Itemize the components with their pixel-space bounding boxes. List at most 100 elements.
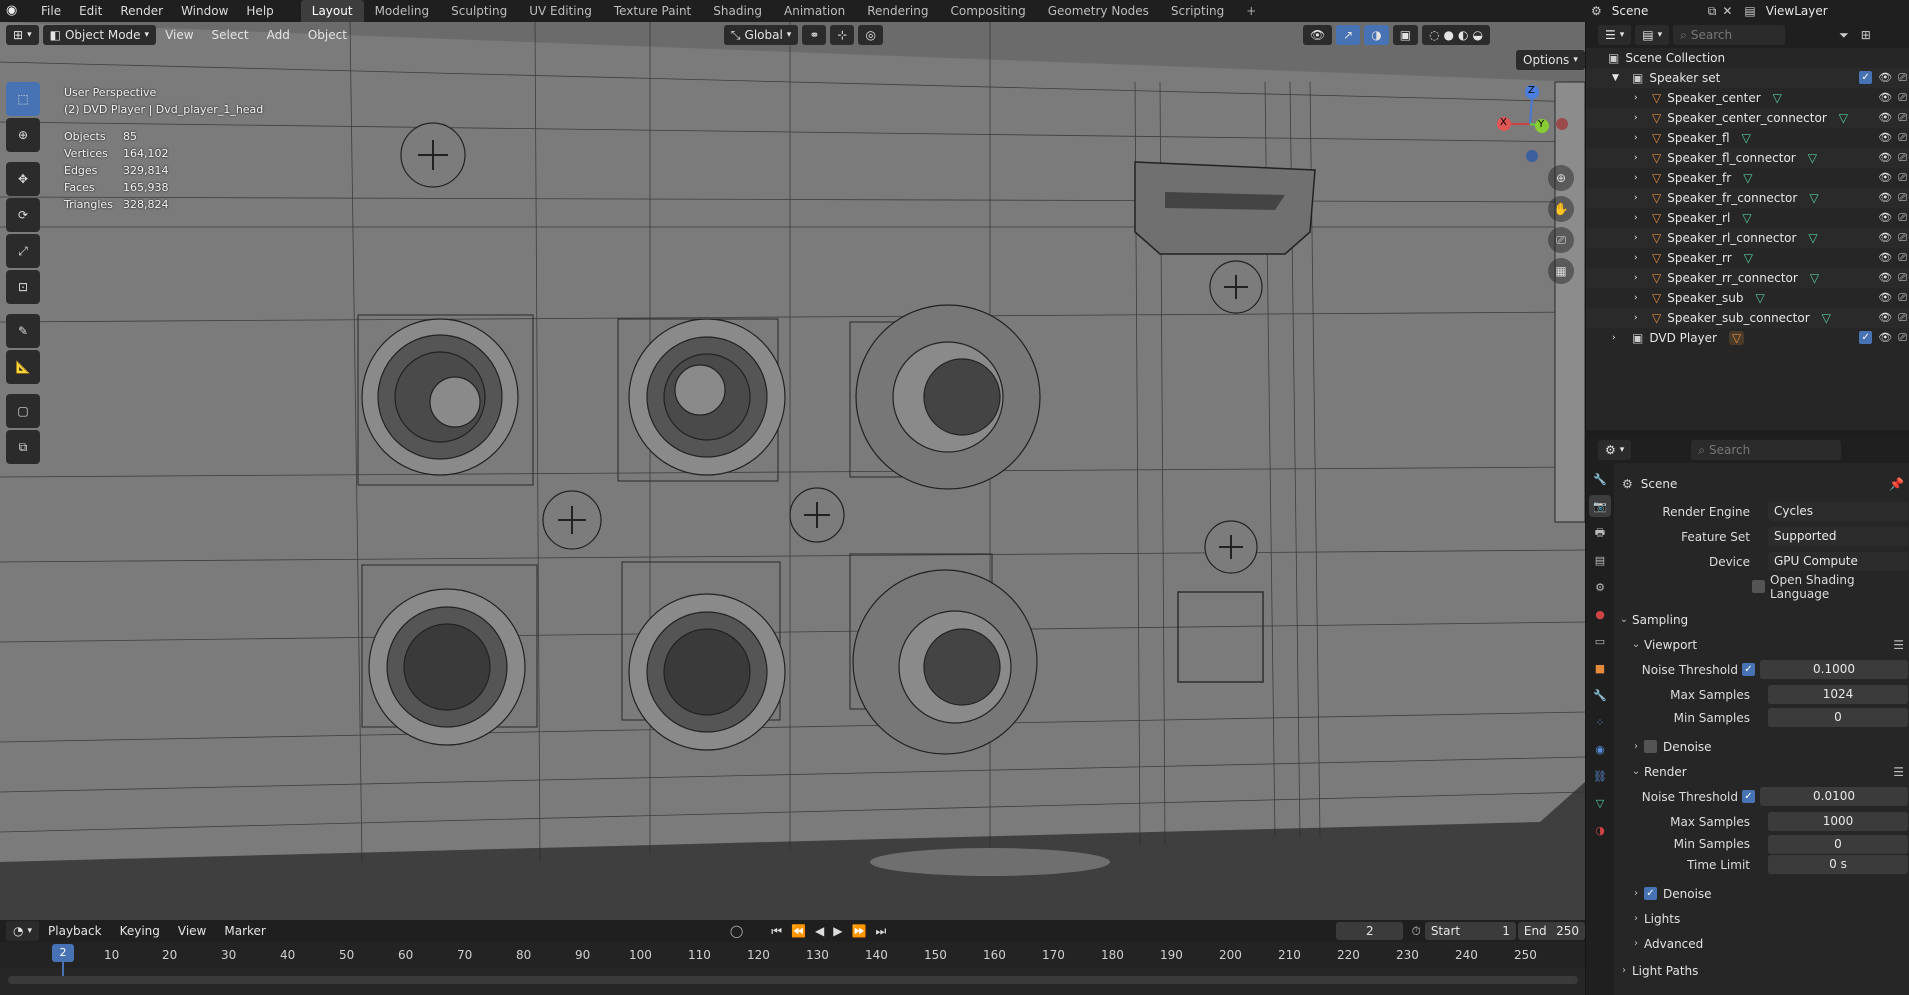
transform-tool[interactable]: ⊡ (6, 270, 40, 304)
expand-chevron-icon[interactable]: › (1634, 113, 1646, 123)
tab-shading[interactable]: Shading (702, 0, 773, 22)
scale-tool[interactable]: ⤢ (6, 234, 40, 268)
new-collection-icon[interactable]: ⊞ (1861, 28, 1871, 42)
eye-icon[interactable]: 👁 (1878, 191, 1892, 205)
lights-subpanel-header[interactable]: › Lights (1616, 906, 1909, 931)
device-dropdown[interactable]: GPU Compute (1768, 552, 1908, 571)
camera-icon[interactable]: ⎚ (1898, 131, 1907, 145)
particles-tab-icon[interactable]: ⁘ (1589, 711, 1611, 733)
camera-icon[interactable]: ⎚ (1898, 91, 1907, 105)
render-engine-dropdown[interactable]: Cycles (1768, 502, 1908, 521)
frame-ruler[interactable]: 10 20 30 40 50 60 70 80 90 100 110 120 1… (0, 942, 1585, 968)
outliner-item-speaker-center[interactable]: › ▽ Speaker_center ▽ 👁 ⎚ (1586, 88, 1909, 108)
eye-icon[interactable]: 👁 (1878, 231, 1892, 245)
view-layer-field[interactable]: ViewLayer (1760, 2, 1834, 20)
eye-icon[interactable]: 👁 (1878, 171, 1892, 185)
render-tab-icon[interactable]: 📷 (1589, 495, 1611, 517)
eye-icon[interactable]: 👁 (1878, 91, 1892, 105)
expand-chevron-icon[interactable]: › (1634, 93, 1646, 103)
scene-icon[interactable]: ⚙ (1591, 4, 1602, 18)
data-tab-icon[interactable]: ▽ (1589, 792, 1611, 814)
r-denoise-subpanel-header[interactable]: › ✓ Denoise (1616, 881, 1909, 906)
material-tab-icon[interactable]: ◑ (1589, 819, 1611, 841)
outliner-item-speaker-sub[interactable]: › ▽ Speaker_sub ▽ 👁 ⎚ (1586, 288, 1909, 308)
camera-icon[interactable]: ⎚ (1898, 71, 1907, 85)
timeline-editor-type-button[interactable]: ◔ ▾ (6, 921, 40, 941)
tab-rendering[interactable]: Rendering (856, 0, 939, 22)
vp-denoise-subpanel-header[interactable]: › Denoise (1616, 734, 1909, 759)
playhead[interactable]: 2 (52, 944, 74, 962)
menu-render[interactable]: Render (111, 4, 172, 18)
expand-chevron-icon[interactable]: › (1634, 293, 1646, 303)
expand-chevron-icon[interactable]: › (1634, 153, 1646, 163)
add-object-tool[interactable]: ⧉ (6, 430, 40, 464)
camera-icon[interactable]: ⎚ (1898, 111, 1907, 125)
transform-orientation-selector[interactable]: ⤡ Global ▾ (723, 25, 799, 45)
expand-chevron-icon[interactable]: › (1634, 233, 1646, 243)
sampling-panel-header[interactable]: ⌄ Sampling (1616, 607, 1909, 632)
timeline-menu-playback[interactable]: Playback (39, 924, 111, 938)
tab-sculpting[interactable]: Sculpting (440, 0, 518, 22)
vp-min-samples-field[interactable]: 0 (1768, 708, 1908, 727)
start-frame-field[interactable]: Start 1 (1424, 922, 1516, 940)
outliner-root[interactable]: ▣ Scene Collection (1586, 48, 1909, 68)
play-reverse-icon[interactable]: ◀ (815, 924, 824, 939)
pan-button[interactable]: ✋ (1548, 196, 1574, 222)
osl-checkbox[interactable] (1752, 580, 1765, 593)
modifier-tab-icon[interactable]: 🔧 (1589, 684, 1611, 706)
camera-icon[interactable]: ⎚ (1898, 151, 1907, 165)
r-denoise-checkbox[interactable]: ✓ (1644, 887, 1657, 900)
camera-view-button[interactable]: ⎚ (1548, 227, 1574, 253)
zoom-button[interactable]: ⊕ (1548, 165, 1574, 191)
add-workspace-button[interactable]: + (1235, 0, 1267, 22)
vp-denoise-checkbox[interactable] (1644, 740, 1657, 753)
view-layer-tab-icon[interactable]: ▤ (1589, 549, 1611, 571)
outliner-item-speaker-fl[interactable]: › ▽ Speaker_fl ▽ 👁 ⎚ (1586, 128, 1909, 148)
xray-toggle-button[interactable]: ▣ (1392, 25, 1419, 45)
tab-layout[interactable]: Layout (300, 0, 364, 22)
vp-noise-threshold-field[interactable]: 0.1000 (1760, 660, 1908, 679)
mode-selector[interactable]: ◧ Object Mode ▾ (42, 25, 157, 45)
tab-uv-editing[interactable]: UV Editing (518, 0, 603, 22)
constraints-tab-icon[interactable]: ⛓ (1589, 765, 1611, 787)
jump-end-icon[interactable]: ⏭ (875, 924, 886, 939)
camera-icon[interactable]: ⎚ (1898, 271, 1907, 285)
render-subpanel-header[interactable]: ⌄ Render ☰ (1616, 759, 1909, 784)
viewport-subpanel-header[interactable]: ⌄ Viewport ☰ (1616, 632, 1909, 657)
properties-editor-type-button[interactable]: ⚙ ▾ (1598, 440, 1632, 460)
snap-button[interactable]: ⊹ (830, 25, 855, 45)
timeline-menu-marker[interactable]: Marker (215, 924, 274, 938)
view-layer-icon[interactable]: ▤ (1744, 4, 1755, 18)
scene-tab-icon[interactable]: ⚙ (1589, 576, 1611, 598)
jump-start-icon[interactable]: ⏮ (771, 924, 782, 939)
eye-icon[interactable]: 👁 (1878, 71, 1892, 85)
vp-max-samples-field[interactable]: 1024 (1768, 685, 1908, 704)
expand-chevron-icon[interactable]: › (1634, 313, 1646, 323)
tab-texture-paint[interactable]: Texture Paint (603, 0, 702, 22)
eye-icon[interactable]: 👁 (1878, 331, 1892, 345)
camera-icon[interactable]: ⎚ (1898, 251, 1907, 265)
outliner-search-field[interactable]: ⌕ Search (1673, 25, 1786, 45)
tool-tab-icon[interactable]: 🔧 (1589, 468, 1611, 490)
pivot-button[interactable]: ⚭ (802, 25, 827, 45)
eye-icon[interactable]: 👁 (1878, 251, 1892, 265)
r-max-samples-field[interactable]: 1000 (1768, 812, 1908, 831)
end-frame-field[interactable]: End 250 (1517, 922, 1586, 940)
timeline-menu-keying[interactable]: Keying (111, 924, 169, 938)
cursor-tool[interactable]: ⊕ (6, 118, 40, 152)
outliner-item-speaker-fr-connector[interactable]: › ▽ Speaker_fr_connector ▽ 👁 ⎚ (1586, 188, 1909, 208)
r-min-samples-field[interactable]: 0 (1768, 834, 1908, 854)
outliner-item-speaker-rr[interactable]: › ▽ Speaker_rr ▽ 👁 ⎚ (1586, 248, 1909, 268)
viewport-menu-view[interactable]: View (156, 28, 202, 42)
filter-icon[interactable]: ⏷ (1839, 28, 1849, 43)
select-box-tool[interactable]: ⬚ (6, 82, 40, 116)
r-noise-threshold-checkbox[interactable]: ✓ (1742, 790, 1755, 803)
collection-tab-icon[interactable]: ▭ (1589, 630, 1611, 652)
measure-tool[interactable]: 📐 (6, 350, 40, 384)
viewport-menu-select[interactable]: Select (203, 28, 258, 42)
camera-icon[interactable]: ⎚ (1898, 211, 1907, 225)
eye-icon[interactable]: 👁 (1878, 211, 1892, 225)
outliner-item-speaker-sub-connector[interactable]: › ▽ Speaker_sub_connector ▽ 👁 ⎚ (1586, 308, 1909, 328)
current-frame-field[interactable]: 2 (1336, 922, 1404, 940)
outliner-item-speaker-set[interactable]: ▼ ▣ Speaker set ✓ 👁 ⎚ (1586, 68, 1909, 88)
